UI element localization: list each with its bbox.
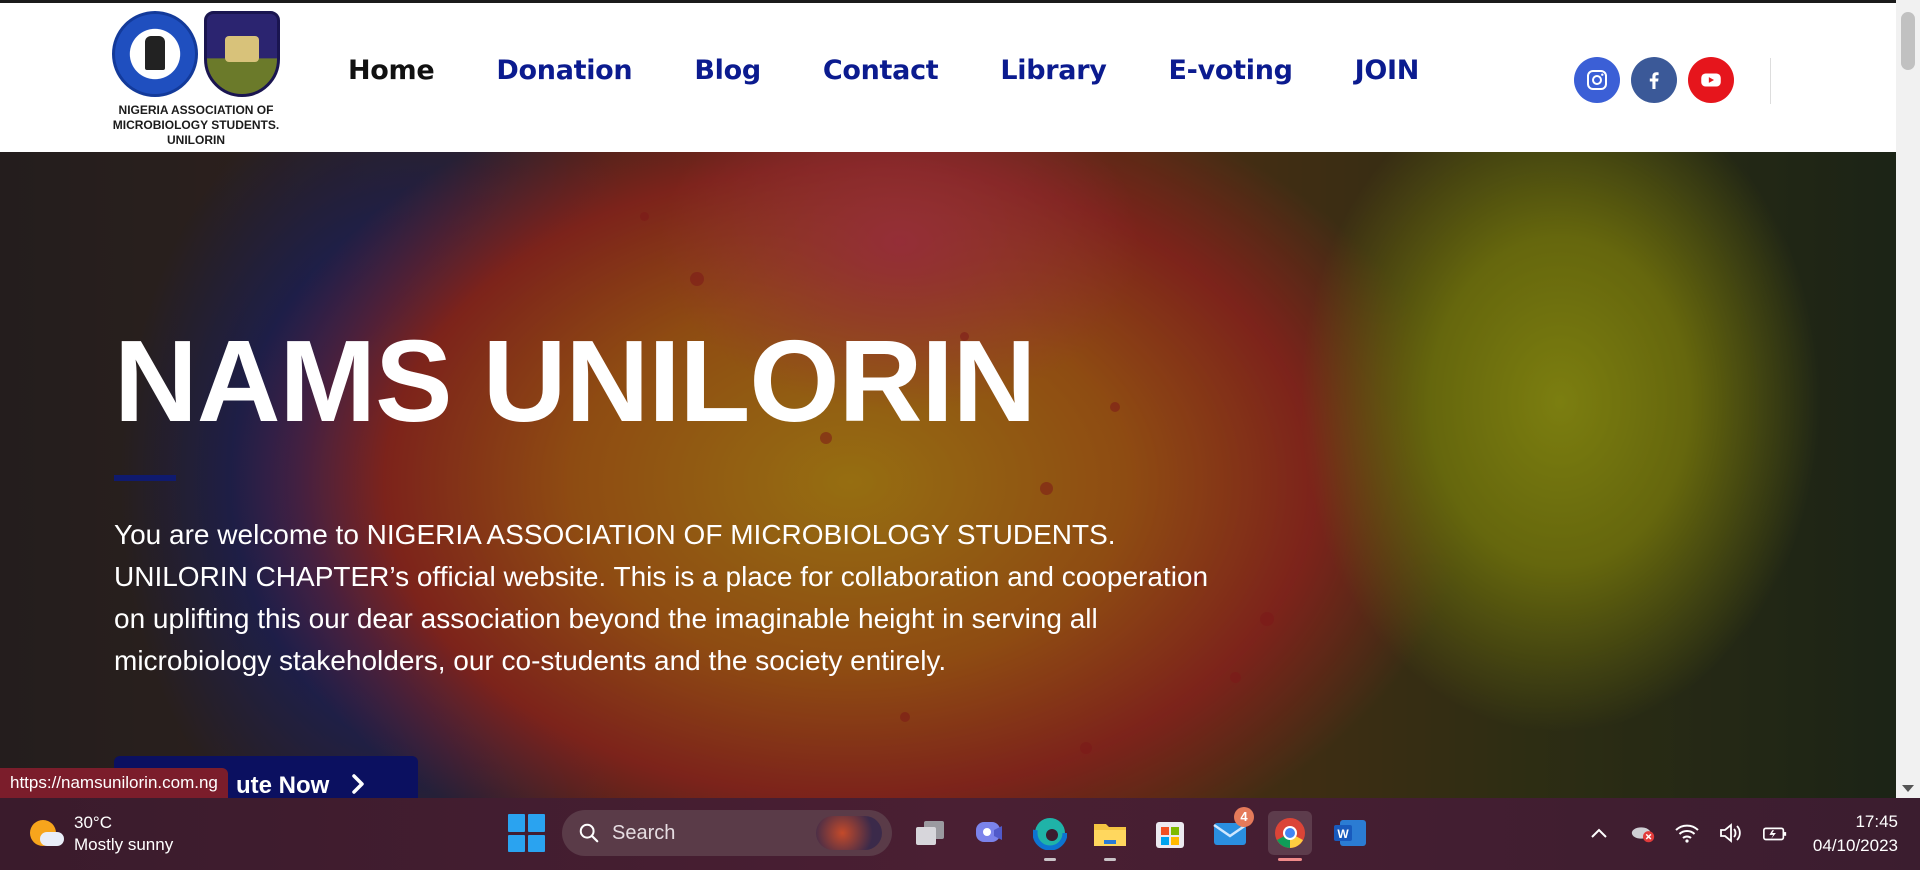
taskbar-apps: Search 4 W [508,807,1372,861]
scroll-down-arrow-icon[interactable] [1902,785,1914,792]
search-icon [579,823,599,843]
social-links [1574,57,1734,103]
weather-temp: 30°C [74,813,112,832]
youtube-icon[interactable] [1688,57,1734,103]
chevron-right-icon [351,771,367,799]
microsoft-store-icon[interactable] [1148,811,1192,855]
nav-home[interactable]: Home [348,55,435,86]
volume-icon[interactable] [1718,820,1744,846]
nav-donation[interactable]: Donation [496,55,632,86]
scroll-thumb[interactable] [1901,12,1915,70]
windows-start-icon[interactable] [508,814,546,852]
main-nav: Home Donation Blog Contact Library E-vot… [348,55,1481,86]
nams-badge-logo [112,11,198,97]
show-hidden-icons-chevron-icon[interactable] [1586,820,1612,846]
nav-library[interactable]: Library [1000,55,1106,86]
nav-e-voting[interactable]: E-voting [1169,55,1293,86]
weather-condition: Mostly sunny [74,835,174,854]
hero-banner: NAMS UNILORIN You are welcome to NIGERIA… [0,152,1896,798]
task-view-icon[interactable] [908,811,952,855]
weather-widget[interactable]: 30°C Mostly sunny [28,812,173,856]
svg-text:W: W [1337,827,1349,841]
facebook-icon[interactable] [1631,57,1677,103]
hero-description: You are welcome to NIGERIA ASSOCIATION O… [114,519,1209,676]
partly-sunny-icon [28,816,64,852]
taskbar-search[interactable]: Search [562,810,892,856]
logo-caption: NIGERIA ASSOCIATION OF MICROBIOLOGY STUD… [112,103,280,147]
cta-label: ute Now [236,772,330,798]
wifi-icon[interactable] [1674,820,1700,846]
file-explorer-icon[interactable] [1088,811,1132,861]
word-icon[interactable]: W [1328,811,1372,855]
system-clock[interactable]: 17:45 04/10/2023 [1813,810,1898,858]
site-header: NIGERIA ASSOCIATION OF MICROBIOLOGY STUD… [0,0,1896,152]
mail-badge: 4 [1234,807,1254,827]
clock-time: 17:45 [1855,812,1898,831]
hero-overlay [0,152,1896,798]
logo[interactable]: NIGERIA ASSOCIATION OF MICROBIOLOGY STUD… [106,11,286,151]
hero-accent-bar [114,475,176,481]
nav-join[interactable]: JOIN [1355,55,1420,86]
windows-taskbar: 30°C Mostly sunny Search 4 W 17:45 04/10… [0,798,1920,870]
system-tray [1586,820,1788,846]
search-highlight-image [816,816,882,850]
clock-date: 04/10/2023 [1812,836,1898,855]
header-divider [1770,58,1771,104]
edge-browser-icon[interactable] [1028,811,1072,861]
search-label: Search [612,821,676,844]
chrome-browser-icon[interactable] [1268,811,1312,861]
unilorin-crest-logo [204,11,280,97]
page-scrollbar[interactable] [1896,0,1920,798]
onedrive-error-icon[interactable] [1630,820,1656,846]
link-status-bar: https://namsunilorin.com.ng [0,768,228,798]
battery-icon[interactable] [1762,820,1788,846]
instagram-icon[interactable] [1574,57,1620,103]
nav-blog[interactable]: Blog [694,55,761,86]
hero-title: NAMS UNILORIN [114,316,1036,446]
mail-icon[interactable]: 4 [1208,807,1254,855]
nav-contact[interactable]: Contact [823,55,939,86]
teams-chat-icon[interactable] [968,811,1012,855]
